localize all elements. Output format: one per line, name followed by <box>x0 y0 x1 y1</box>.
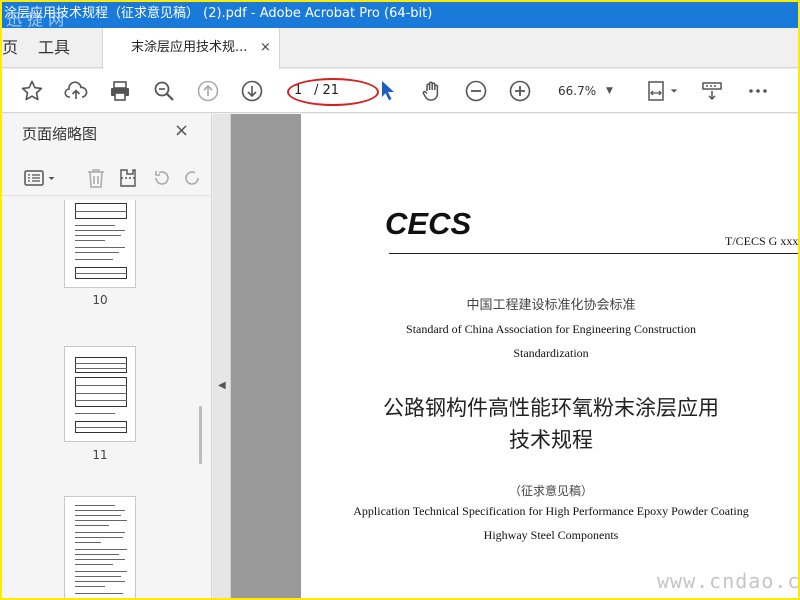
zoom-select[interactable]: 66.7% ▼ <box>550 81 620 101</box>
chevron-down-icon[interactable] <box>666 77 682 105</box>
association-en-line1: Standard of China Association for Engine… <box>406 322 696 336</box>
thumbnail-page[interactable] <box>64 496 136 598</box>
star-icon[interactable] <box>18 77 46 105</box>
delete-icon[interactable] <box>82 164 110 192</box>
association-cn: 中国工程建设标准化协会标准 <box>466 298 636 313</box>
print-icon[interactable] <box>106 77 134 105</box>
window-title: 涂层应用技术规程（征求意见稿） (2).pdf - Adobe Acrobat … <box>4 6 433 21</box>
upload-icon[interactable] <box>62 77 90 105</box>
panel-title: 页面缩略图 <box>22 125 98 143</box>
thumbnail-page-number: 10 <box>92 293 108 307</box>
thumbnail-list: 10 11 <box>2 200 198 598</box>
document-title-en-line1: Application Technical Specification for … <box>353 504 749 518</box>
thumbnail-page-number: 11 <box>92 448 108 462</box>
rotate-right-icon[interactable] <box>178 164 206 192</box>
chevron-left-icon: ◀ <box>218 380 226 391</box>
thumbnail-page[interactable] <box>64 346 136 442</box>
chevron-down-icon[interactable] <box>44 164 58 192</box>
zoom-out-icon[interactable] <box>462 77 490 105</box>
page-text-layer: 中国工程建设标准化协会标准 Standard of China Associat… <box>231 114 798 598</box>
tab-document-label: 末涂层应用技术规... <box>131 40 248 55</box>
document-title-cn-line2: 技术规程 <box>509 428 593 452</box>
zoom-in-icon[interactable] <box>506 77 534 105</box>
document-title-en-line2: Highway Steel Components <box>483 528 619 542</box>
page-up-icon[interactable] <box>194 77 222 105</box>
tab-home[interactable]: 页 <box>2 28 18 68</box>
annotation-circle <box>287 78 379 106</box>
thumbnail-page[interactable] <box>64 200 136 288</box>
page-thumbnails-panel: 页面缩略图 × 10 11 <box>2 114 212 598</box>
page-down-icon[interactable] <box>238 77 266 105</box>
tab-tools[interactable]: 工具 <box>38 28 70 68</box>
chevron-down-icon: ▼ <box>606 86 613 96</box>
tab-document[interactable]: 末涂层应用技术规... <box>102 28 280 69</box>
thumbnail-toolbar <box>2 160 210 196</box>
site-watermark: www.cndao.com <box>657 569 798 593</box>
site-watermark-top: 迅 捷 网 <box>6 10 65 28</box>
scroll-mode-icon[interactable] <box>698 77 726 105</box>
more-icon[interactable] <box>744 77 772 105</box>
thumbnail-scrollbar[interactable] <box>199 406 202 464</box>
search-zoom-icon[interactable] <box>150 77 178 105</box>
extract-pages-icon[interactable] <box>114 164 142 192</box>
title-bar: 涂层应用技术规程（征求意见稿） (2).pdf - Adobe Acrobat … <box>2 2 798 28</box>
panel-collapse-strip[interactable]: ◀ <box>213 114 231 598</box>
app-window: 涂层应用技术规程（征求意见稿） (2).pdf - Adobe Acrobat … <box>2 2 798 598</box>
association-en-line2: Standardization <box>513 346 589 360</box>
zoom-value: 66.7% <box>558 84 597 98</box>
draft-note: （征求意见稿） <box>508 484 593 498</box>
tab-strip: 页 工具 末涂层应用技术规... × <box>2 28 798 69</box>
document-title-cn-line1: 公路钢构件高性能环氧粉末涂层应用 <box>383 396 719 420</box>
hand-icon[interactable] <box>418 77 446 105</box>
document-view: CECS T/CECS G xxx 中国工程建设标准化协会标准 Standard… <box>231 114 798 598</box>
tab-close-icon[interactable]: × <box>260 28 271 68</box>
main-toolbar: 1 / 21 66.7% ▼ <box>2 69 798 113</box>
rotate-left-icon[interactable] <box>148 164 176 192</box>
close-icon[interactable]: × <box>174 120 189 141</box>
